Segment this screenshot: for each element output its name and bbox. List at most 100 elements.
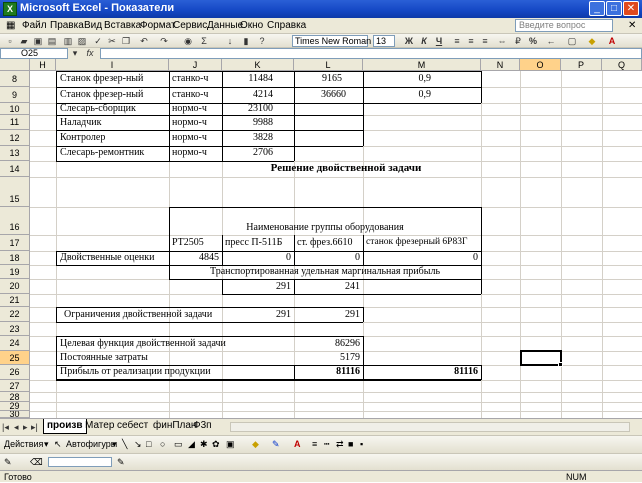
diagram-icon[interactable]: ✱ — [200, 439, 208, 450]
cell-j9[interactable]: станко-ч — [172, 89, 208, 100]
arrow-style-icon[interactable]: ⇄ — [336, 439, 344, 450]
font-color-icon[interactable]: A — [606, 35, 618, 47]
cell-k20[interactable]: 291 — [222, 281, 291, 292]
menu-help[interactable]: Справка — [267, 20, 306, 31]
row-header-22[interactable]: 22 — [0, 307, 30, 322]
menu-tools[interactable]: Сервис — [173, 20, 207, 31]
percent-button[interactable]: % — [527, 35, 539, 47]
cell-l17[interactable]: ст. фрез.6610 — [297, 237, 353, 248]
row-header-24[interactable]: 24 — [0, 336, 30, 351]
tab-f3p[interactable]: Ф3п — [190, 419, 215, 433]
shadow-icon[interactable]: ■ — [348, 439, 353, 449]
row-header-16[interactable]: 16 — [0, 207, 30, 235]
cell-k17[interactable]: пресс П-511Б — [225, 237, 282, 248]
merge-center-icon[interactable]: ⇔ — [496, 35, 508, 47]
active-cell-o25[interactable] — [520, 350, 562, 366]
ink-color-icon[interactable]: ✎ — [117, 457, 125, 468]
row-header-20[interactable]: 20 — [0, 279, 30, 294]
cell-k8[interactable]: 11484 — [222, 73, 273, 84]
cell-j8[interactable]: станко-ч — [172, 73, 208, 84]
prev-sheet-icon[interactable]: ◂ — [14, 422, 19, 433]
last-sheet-icon[interactable]: ▸| — [31, 422, 38, 433]
autosum-icon[interactable]: Σ — [198, 35, 210, 47]
cell-k10[interactable]: 23100 — [222, 103, 273, 114]
row-header-25[interactable]: 25 — [0, 351, 30, 365]
line-tool-icon[interactable]: ╲ — [122, 439, 127, 450]
line-style-icon[interactable]: ≡ — [312, 439, 317, 449]
cell-j13[interactable]: нормо-ч — [172, 147, 207, 158]
autoshapes-dropdown-icon[interactable]: ▾ — [112, 439, 117, 450]
help-icon[interactable]: ? — [256, 35, 268, 47]
column-header-j[interactable]: J — [169, 59, 222, 71]
select-objects-icon[interactable]: ↖ — [54, 439, 62, 450]
cell-j10[interactable]: нормо-ч — [172, 103, 207, 114]
fill-handle[interactable] — [558, 362, 563, 367]
row-header-21[interactable]: 21 — [0, 294, 30, 307]
align-right-icon[interactable]: ≡ — [479, 35, 491, 47]
permission-icon[interactable]: ▤ — [46, 35, 58, 47]
clipart-icon[interactable]: ✿ — [212, 439, 220, 450]
maximize-button[interactable]: □ — [606, 1, 622, 16]
name-box[interactable]: O25 — [0, 48, 68, 59]
cell-i24[interactable]: Целевая функция двойственной задачи — [60, 338, 226, 349]
wordart-icon[interactable]: ◢ — [188, 439, 195, 450]
column-header-n[interactable]: N — [481, 59, 520, 71]
cell-i9[interactable]: Станок фрезер-ный — [60, 89, 143, 100]
font-size-select[interactable]: 13 — [373, 35, 395, 47]
save-icon[interactable]: ▣ — [32, 35, 44, 47]
cell-l8[interactable]: 9165 — [294, 73, 342, 84]
column-header-o[interactable]: O — [520, 59, 561, 71]
close-button[interactable]: ✕ — [623, 1, 639, 16]
cell-l26[interactable]: 81116 — [294, 366, 360, 377]
new-icon[interactable]: ▫ — [4, 35, 16, 47]
cell-i11[interactable]: Наладчик — [60, 117, 102, 128]
draw-actions-dropdown-icon[interactable]: ▾ — [44, 439, 49, 450]
row-header-30[interactable]: 30 — [0, 411, 30, 418]
row-header-12[interactable]: 12 — [0, 130, 30, 146]
cell-m8[interactable]: 0,9 — [363, 73, 432, 84]
cell-j11[interactable]: нормо-ч — [172, 117, 207, 128]
cell-k9[interactable]: 4214 — [222, 89, 273, 100]
cell-j18[interactable]: 4845 — [169, 252, 219, 263]
cell-l18[interactable]: 0 — [294, 252, 360, 263]
row-header-17[interactable]: 17 — [0, 235, 30, 251]
underline-button[interactable]: Ч — [433, 35, 445, 47]
row-header-27[interactable]: 27 — [0, 380, 30, 392]
cell-l22[interactable]: 291 — [294, 309, 360, 320]
cut-icon[interactable]: ✂ — [106, 35, 118, 47]
cell-l20[interactable]: 241 — [294, 281, 360, 292]
print-preview-icon[interactable]: ▨ — [76, 35, 88, 47]
eraser-icon[interactable]: ⌫ — [30, 457, 43, 468]
borders-icon[interactable]: ▢ — [566, 35, 578, 47]
column-header-h[interactable]: H — [30, 59, 56, 71]
name-box-dropdown-icon[interactable]: ▾ — [70, 47, 80, 59]
decrease-decimal-icon[interactable]: ← — [545, 35, 557, 47]
dash-style-icon[interactable]: ┅ — [324, 439, 329, 450]
font-name-select[interactable]: Times New Roman — [292, 35, 371, 47]
horizontal-scrollbar[interactable] — [230, 422, 630, 432]
menu-data[interactable]: Данные — [207, 20, 243, 31]
tab-proizv[interactable]: произв — [43, 419, 87, 434]
align-left-icon[interactable]: ≡ — [451, 35, 463, 47]
minimize-button[interactable]: _ — [589, 1, 605, 16]
textbox-tool-icon[interactable]: ▭ — [174, 439, 183, 450]
column-header-l[interactable]: L — [294, 59, 363, 71]
draw-actions-menu[interactable]: Действия — [4, 439, 43, 449]
first-sheet-icon[interactable]: |◂ — [2, 422, 9, 433]
row-header-14[interactable]: 14 — [0, 161, 30, 177]
draw-font-color-icon[interactable]: A — [294, 439, 301, 449]
pen-icon[interactable]: ✎ — [4, 457, 12, 468]
autoshapes-menu[interactable]: Автофигуры — [66, 439, 117, 449]
cell-j17[interactable]: РТ2505 — [172, 237, 204, 248]
formula-input[interactable] — [100, 48, 642, 59]
row-header-11[interactable]: 11 — [0, 115, 30, 130]
spelling-icon[interactable]: ✓ — [92, 35, 104, 47]
italic-button[interactable]: К — [418, 35, 430, 47]
print-icon[interactable]: ▥ — [62, 35, 74, 47]
menu-edit[interactable]: Правка — [50, 20, 84, 31]
sort-icon[interactable]: ↓ — [224, 35, 236, 47]
cell-m26[interactable]: 81116 — [363, 366, 478, 377]
column-header-i[interactable]: I — [56, 59, 169, 71]
row-header-9[interactable]: 9 — [0, 87, 30, 103]
menu-window[interactable]: Окно — [240, 20, 263, 31]
